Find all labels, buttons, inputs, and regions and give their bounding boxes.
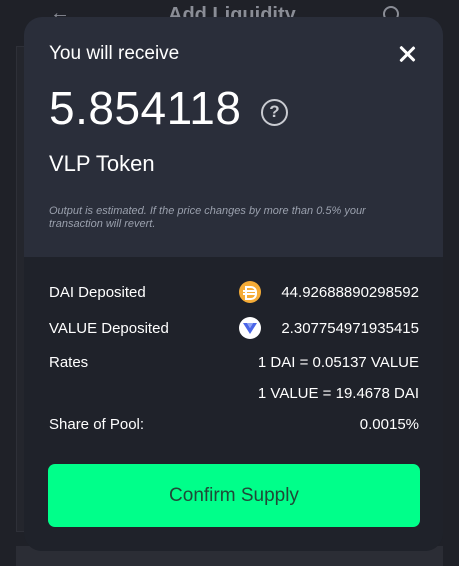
rates-label: Rates	[49, 354, 89, 371]
estimate-note: Output is estimated. If the price change…	[49, 205, 366, 230]
receive-amount: 5.854118	[49, 82, 242, 134]
question-icon[interactable]: ?	[261, 99, 288, 126]
share-of-pool-label: Share of Pool:	[49, 416, 145, 433]
dai-deposited-label: DAI Deposited	[49, 284, 146, 301]
rate-dai-to-value: 1 DAI = 0.05137 VALUE	[257, 354, 419, 371]
value-coin-icon	[239, 317, 261, 339]
confirm-supply-modal: You will receive 5.854118 ? VLP Token Ou…	[24, 17, 443, 551]
modal-summary-section: You will receive 5.854118 ? VLP Token Ou…	[24, 17, 443, 257]
rate-value-to-dai: 1 VALUE = 19.4678 DAI	[257, 385, 419, 402]
confirm-supply-button[interactable]: Confirm Supply	[48, 464, 420, 527]
close-icon[interactable]	[396, 43, 418, 65]
modal-title: You will receive	[49, 43, 180, 64]
dai-deposited-value: 44.92688890298592	[281, 284, 419, 301]
dai-coin-icon	[239, 281, 261, 303]
value-deposited-value: 2.307754971935415	[281, 320, 419, 337]
share-of-pool-value: 0.0015%	[359, 416, 419, 433]
token-name: VLP Token	[49, 151, 155, 176]
background-panel	[16, 46, 24, 532]
value-deposited-label: VALUE Deposited	[49, 320, 169, 337]
